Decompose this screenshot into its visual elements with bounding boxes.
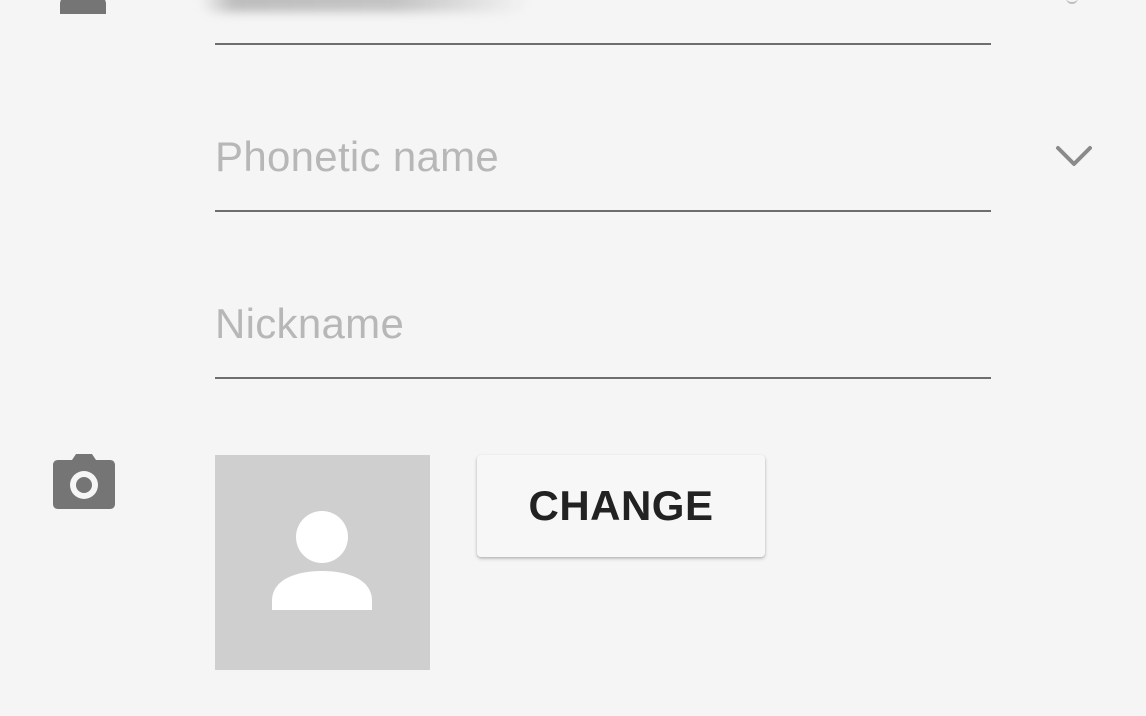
nickname-underline bbox=[215, 377, 991, 379]
default-avatar-icon bbox=[272, 511, 372, 610]
phonetic-name-underline bbox=[215, 210, 991, 212]
field-action-icon[interactable] bbox=[1066, 0, 1078, 4]
contact-photo[interactable] bbox=[215, 455, 430, 670]
camera-icon bbox=[53, 454, 115, 509]
phonetic-name-field[interactable]: Phonetic name bbox=[215, 133, 499, 181]
name-field-underline bbox=[215, 43, 991, 45]
edit-contact-form: Phonetic name Nickname CHANGE bbox=[0, 0, 1146, 716]
change-photo-button[interactable]: CHANGE bbox=[477, 455, 765, 557]
chevron-down-icon[interactable] bbox=[1054, 142, 1094, 170]
person-icon bbox=[60, 0, 106, 14]
name-field-value[interactable] bbox=[200, 0, 530, 12]
nickname-field[interactable]: Nickname bbox=[215, 300, 404, 348]
